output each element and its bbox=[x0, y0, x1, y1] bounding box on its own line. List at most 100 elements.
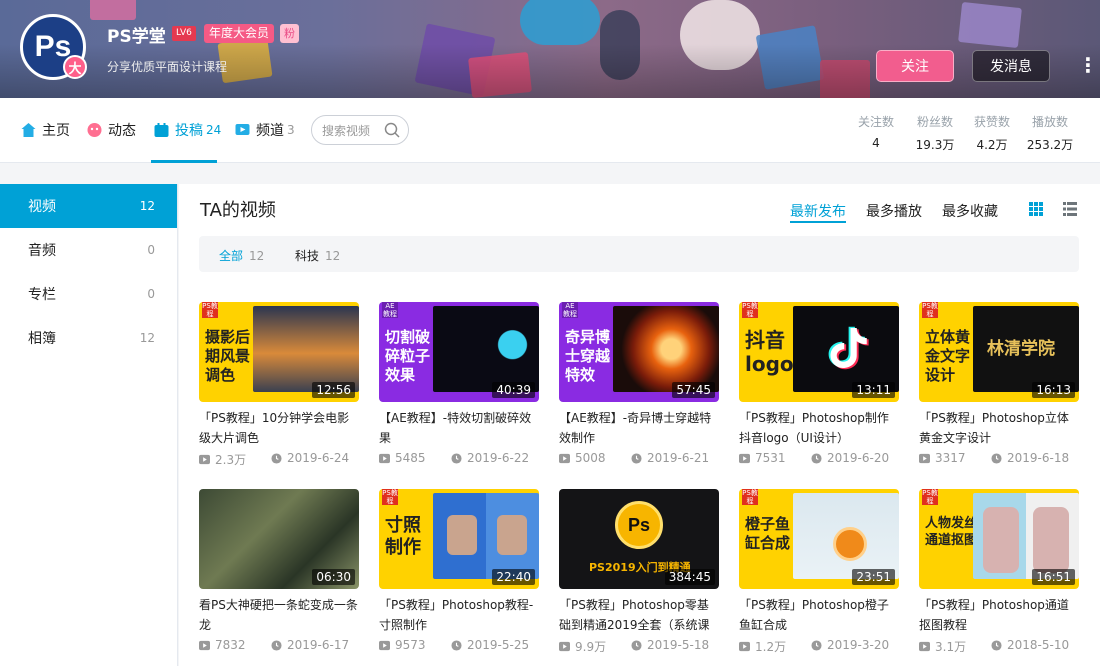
video-thumbnail[interactable]: Ps PS2019入门到精通 384:45 bbox=[559, 489, 719, 589]
video-card[interactable]: AE教程 奇异博士穿越特效 57:45 【AE教程】-奇异博士穿越特效制作 50… bbox=[559, 302, 720, 467]
play-count: 7832 bbox=[199, 638, 246, 652]
play-count-value: 7832 bbox=[215, 638, 246, 652]
video-title[interactable]: 【AE教程】-奇异博士穿越特效制作 bbox=[559, 408, 720, 448]
nav-active-indicator bbox=[151, 160, 217, 163]
sort-most-played[interactable]: 最多播放 bbox=[866, 201, 922, 221]
play-count: 7531 bbox=[739, 451, 786, 465]
video-card[interactable]: PS教程 橙子鱼缸合成 23:51 「PS教程」Photoshop橙子鱼缸合成 … bbox=[739, 489, 900, 654]
video-card[interactable]: PS教程 立体黄金文字设计 林清学院 16:13 「PS教程」Photoshop… bbox=[919, 302, 1080, 467]
nav-count: 24 bbox=[206, 123, 222, 137]
sidebar-item-audio[interactable]: 音频 0 bbox=[0, 228, 177, 272]
thumb-screen bbox=[433, 306, 539, 392]
nav-channel[interactable]: 频道 3 bbox=[234, 120, 295, 140]
video-title[interactable]: 「PS教程」Photoshop制作抖音logo（UI设计） bbox=[739, 408, 900, 448]
video-card[interactable]: 06:30 看PS大神硬把一条蛇变成一条龙 7832 2019-6-17 bbox=[199, 489, 360, 654]
nav-uploads[interactable]: 投稿 24 bbox=[153, 120, 221, 140]
thumb-corner-tag: AE教程 bbox=[382, 302, 398, 318]
thumb-screen bbox=[793, 306, 899, 392]
clock-icon bbox=[451, 639, 462, 651]
nav-home[interactable]: 主页 bbox=[20, 120, 70, 140]
follow-button[interactable]: 关注 bbox=[876, 50, 954, 82]
portrait-blur bbox=[983, 507, 1019, 573]
video-title[interactable]: 「PS教程」Photoshop通道抠图教程 bbox=[919, 595, 1080, 635]
video-duration: 40:39 bbox=[492, 382, 535, 398]
upload-date-value: 2019-6-24 bbox=[287, 451, 350, 465]
sidebar-item-count: 0 bbox=[147, 243, 155, 257]
filter-count: 12 bbox=[325, 249, 341, 263]
filter-tech[interactable]: 科技 12 bbox=[295, 247, 340, 264]
video-title[interactable]: 看PS大神硬把一条蛇变成一条龙 bbox=[199, 595, 360, 635]
video-meta: 5008 2019-6-21 bbox=[559, 451, 720, 467]
sidebar-item-article[interactable]: 专栏 0 bbox=[0, 272, 177, 316]
play-count-value: 3317 bbox=[935, 451, 966, 465]
content-type-sidebar: 视频 12 音频 0 专栏 0 相簿 12 bbox=[0, 184, 178, 666]
sidebar-item-album[interactable]: 相簿 12 bbox=[0, 316, 177, 360]
play-count: 1.2万 bbox=[739, 638, 786, 655]
portrait-blur bbox=[447, 515, 477, 555]
message-button[interactable]: 发消息 bbox=[972, 50, 1050, 82]
play-icon bbox=[919, 453, 930, 463]
video-thumbnail[interactable]: AE教程 切割破碎粒子效果 40:39 bbox=[379, 302, 539, 402]
username[interactable]: PS学堂 bbox=[107, 22, 166, 47]
video-list-panel: TA的视频 最新发布 最多播放 最多收藏 全部 12 科技 12 PS教程 摄影后期… bbox=[179, 184, 1100, 666]
video-card[interactable]: PS教程 人物发丝通道抠图 16:51 「PS教程」Photoshop通道抠图教… bbox=[919, 489, 1080, 654]
thumb-corner-tag: PS教程 bbox=[742, 302, 758, 318]
search-input[interactable]: 搜索视频 bbox=[311, 115, 409, 145]
video-title[interactable]: 【AE教程】-特效切割破碎效果 bbox=[379, 408, 540, 448]
video-card[interactable]: PS教程 抖音logo 13:11 「PS教程」Photoshop制作抖音log… bbox=[739, 302, 900, 467]
thumb-screen bbox=[253, 306, 359, 392]
video-title[interactable]: 「PS教程」Photoshop教程-寸照制作 bbox=[379, 595, 540, 635]
upload-date-value: 2019-5-18 bbox=[647, 638, 710, 652]
play-count-value: 5008 bbox=[575, 451, 606, 465]
play-count: 5008 bbox=[559, 451, 606, 465]
profile-banner: Ps 大 PS学堂 LV6 年度大会员 粉 分享优质平面设计课程 关注 发消息 … bbox=[0, 0, 1100, 98]
sort-newest[interactable]: 最新发布 bbox=[790, 201, 846, 221]
video-title[interactable]: 「PS教程」10分钟学会电影级大片调色 bbox=[199, 408, 360, 448]
play-count-value: 2.3万 bbox=[215, 453, 247, 467]
video-thumbnail[interactable]: 06:30 bbox=[199, 489, 359, 589]
video-thumbnail[interactable]: PS教程 橙子鱼缸合成 23:51 bbox=[739, 489, 899, 589]
play-count: 5485 bbox=[379, 451, 426, 465]
stat-fans[interactable]: 粉丝数 19.3万 bbox=[905, 113, 965, 153]
video-card[interactable]: PS教程 摄影后期风景调色 12:56 「PS教程」10分钟学会电影级大片调色 … bbox=[199, 302, 360, 467]
video-thumbnail[interactable]: PS教程 摄影后期风景调色 12:56 bbox=[199, 302, 359, 402]
video-card[interactable]: PS教程 寸照制作 22:40 「PS教程」Photoshop教程-寸照制作 9… bbox=[379, 489, 540, 654]
thumb-corner-tag: PS教程 bbox=[382, 489, 398, 505]
filter-all[interactable]: 全部 12 bbox=[219, 247, 264, 264]
avatar[interactable]: Ps 大 bbox=[20, 14, 87, 80]
search-icon[interactable] bbox=[384, 122, 400, 138]
video-title[interactable]: 「PS教程」Photoshop橙子鱼缸合成 bbox=[739, 595, 900, 635]
video-title[interactable]: 「PS教程」Photoshop立体黄金文字设计 bbox=[919, 408, 1080, 448]
video-card[interactable]: AE教程 切割破碎粒子效果 40:39 【AE教程】-特效切割破碎效果 5485… bbox=[379, 302, 540, 467]
video-thumbnail[interactable]: PS教程 立体黄金文字设计 林清学院 16:13 bbox=[919, 302, 1079, 402]
stat-plays: 播放数 253.2万 bbox=[1020, 113, 1080, 153]
play-icon bbox=[559, 453, 570, 463]
level-badge: LV6 bbox=[172, 26, 196, 41]
video-thumbnail[interactable]: PS教程 寸照制作 22:40 bbox=[379, 489, 539, 589]
sort-most-favorited[interactable]: 最多收藏 bbox=[942, 201, 998, 221]
play-count: 9.9万 bbox=[559, 638, 606, 655]
stat-following[interactable]: 关注数 4 bbox=[846, 113, 906, 150]
video-thumbnail[interactable]: PS教程 抖音logo 13:11 bbox=[739, 302, 899, 402]
thumb-screen bbox=[793, 493, 899, 579]
video-duration: 384:45 bbox=[664, 569, 715, 585]
more-options-icon[interactable]: ⋮ bbox=[1078, 52, 1098, 80]
sidebar-item-count: 12 bbox=[139, 199, 155, 213]
video-card[interactable]: Ps PS2019入门到精通 384:45 「PS教程」Photoshop零基础… bbox=[559, 489, 720, 654]
upload-date: 2018-5-10 bbox=[991, 638, 1069, 652]
thumb-corner-tag: PS教程 bbox=[922, 302, 938, 318]
play-icon bbox=[199, 454, 210, 465]
grid-view-icon[interactable] bbox=[1028, 201, 1044, 217]
video-meta: 3.1万 2018-5-10 bbox=[919, 638, 1080, 654]
play-icon bbox=[739, 641, 750, 652]
thumb-screen bbox=[973, 493, 1079, 579]
sidebar-item-video[interactable]: 视频 12 bbox=[0, 184, 177, 228]
sidebar-item-label: 专栏 bbox=[28, 287, 56, 303]
list-view-icon[interactable] bbox=[1062, 201, 1078, 217]
vip-badge[interactable]: 年度大会员 bbox=[204, 24, 275, 43]
video-thumbnail[interactable]: AE教程 奇异博士穿越特效 57:45 bbox=[559, 302, 719, 402]
nav-dynamic[interactable]: 动态 bbox=[86, 120, 136, 140]
play-count: 3.1万 bbox=[919, 638, 966, 655]
video-title[interactable]: 「PS教程」Photoshop零基础到精通2019全套（系统课 bbox=[559, 595, 720, 635]
video-thumbnail[interactable]: PS教程 人物发丝通道抠图 16:51 bbox=[919, 489, 1079, 589]
